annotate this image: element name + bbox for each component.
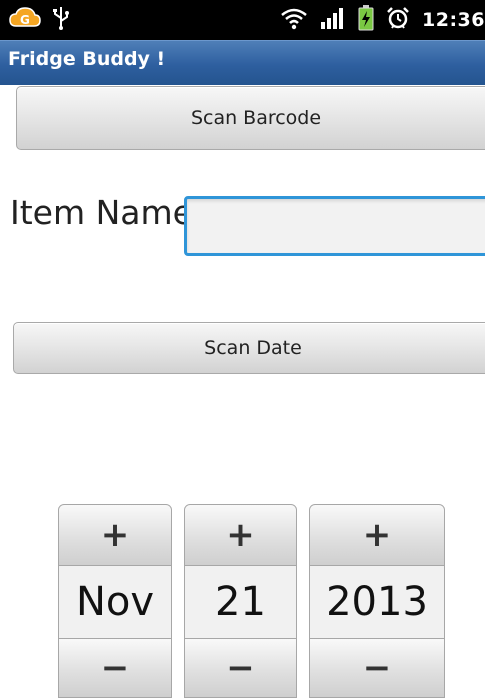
wifi-icon xyxy=(280,6,308,34)
year-increment-button[interactable]: + xyxy=(309,504,445,566)
usb-icon xyxy=(52,6,70,34)
app-title-bar: Fridge Buddy ! xyxy=(0,40,485,85)
month-increment-button[interactable]: + xyxy=(58,504,172,566)
day-decrement-button[interactable]: − xyxy=(184,638,297,698)
battery-charging-icon xyxy=(358,5,374,35)
item-name-input[interactable] xyxy=(184,196,485,256)
month-decrement-button[interactable]: − xyxy=(58,638,172,698)
year-value[interactable]: 2013 xyxy=(309,566,445,638)
scan-date-label: Scan Date xyxy=(204,337,302,359)
g-cloud-icon: G xyxy=(8,6,42,34)
day-increment-button[interactable]: + xyxy=(184,504,297,566)
scan-barcode-button[interactable]: Scan Barcode xyxy=(16,86,485,150)
app-title: Fridge Buddy ! xyxy=(8,48,166,70)
signal-icon xyxy=(320,6,346,34)
item-name-label: Item Name xyxy=(10,193,193,232)
status-bar: G 12:36 xyxy=(0,0,485,40)
scan-barcode-label: Scan Barcode xyxy=(190,107,322,129)
scan-date-button[interactable]: Scan Date xyxy=(13,322,485,374)
month-value[interactable]: Nov xyxy=(58,566,172,638)
day-value[interactable]: 21 xyxy=(184,566,297,638)
status-time: 12:36 xyxy=(422,9,485,31)
svg-text:G: G xyxy=(20,13,30,27)
alarm-icon xyxy=(386,6,410,34)
year-decrement-button[interactable]: − xyxy=(309,638,445,698)
